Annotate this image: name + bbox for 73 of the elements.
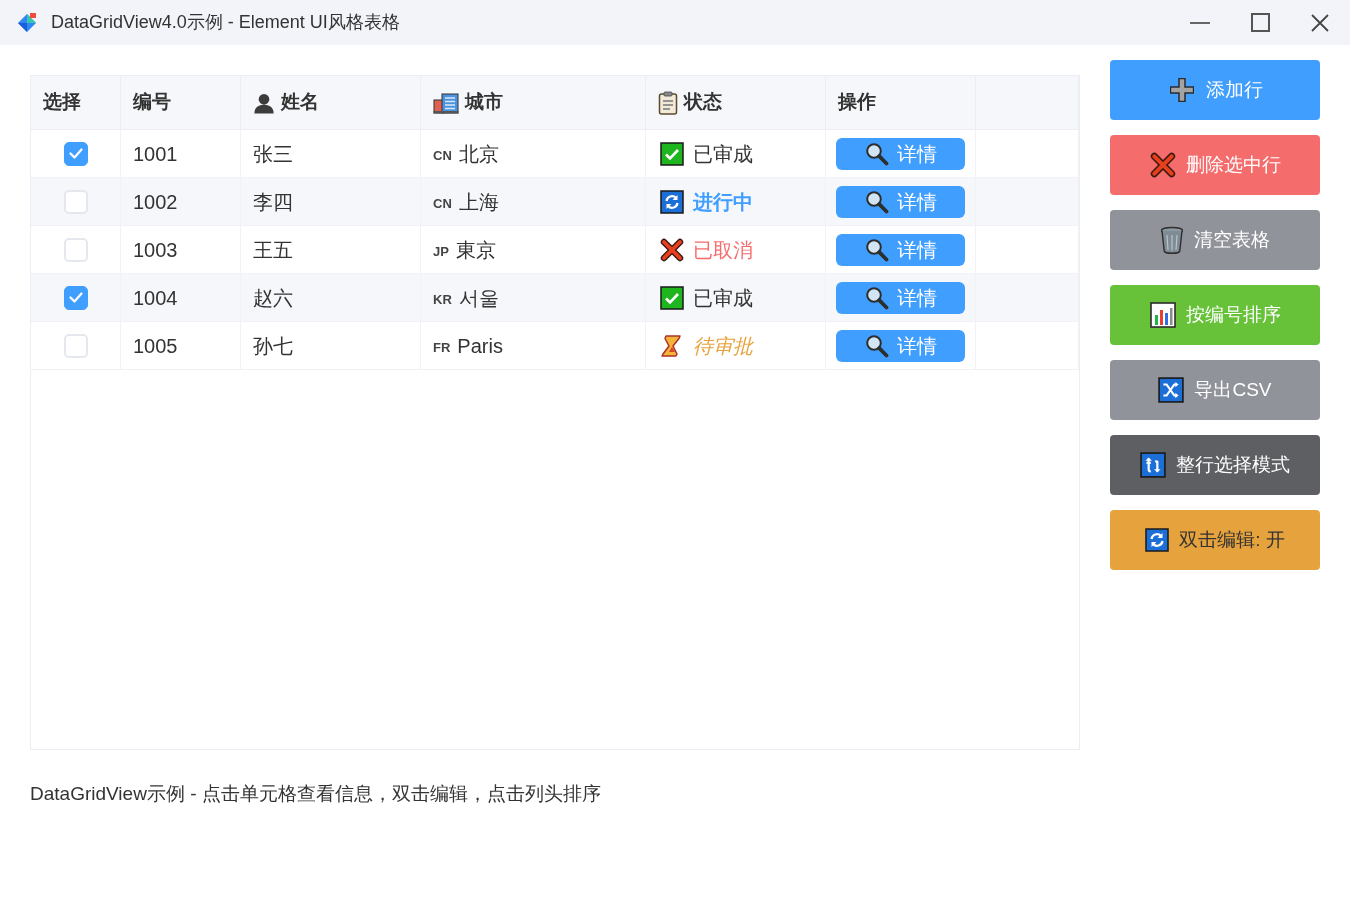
city-name: Paris [457, 333, 503, 359]
column-header[interactable]: 姓名 [281, 88, 319, 117]
column-header[interactable]: 选择 [43, 88, 81, 117]
column-header[interactable]: 编号 [133, 88, 171, 117]
close-icon [1311, 13, 1329, 32]
status-text: DataGridView示例 - 点击单元格查看信息，双击编辑，点击列头排序 [30, 783, 601, 804]
clipboard-icon [658, 90, 678, 115]
country-code: CN [433, 194, 452, 213]
cross-icon [1149, 152, 1176, 178]
up-down-arrows-icon [1140, 452, 1166, 478]
checked-box-icon [660, 285, 684, 310]
checkmark-icon [68, 292, 83, 303]
country-code: FR [433, 338, 451, 357]
cross-icon [660, 237, 684, 262]
status-label: 已取消 [693, 237, 753, 263]
column-header[interactable]: 城市 [465, 88, 503, 117]
country-code: JP [433, 242, 449, 261]
export-button[interactable]: 导出CSV [1110, 360, 1320, 420]
country-code: KR [433, 290, 452, 309]
person-name: 赵六 [253, 285, 293, 311]
country-code: CN [433, 146, 452, 165]
search-icon [864, 237, 889, 262]
person-name: 李四 [253, 189, 293, 215]
sort-button[interactable]: 按编号排序 [1110, 285, 1320, 345]
status-label: 已审成 [693, 285, 753, 311]
buildings-icon [433, 91, 459, 114]
search-icon [864, 333, 889, 358]
column-header[interactable]: 操作 [838, 88, 876, 117]
status-label: 待审批 [693, 333, 753, 359]
status-label: 已审成 [693, 141, 753, 167]
hourglass-icon [660, 333, 684, 358]
checkbox[interactable] [63, 141, 88, 166]
search-icon [864, 285, 889, 310]
refresh-icon [1145, 528, 1170, 552]
minimize-icon [1190, 21, 1210, 24]
city-name: 北京 [458, 141, 499, 167]
person-name: 王五 [253, 237, 293, 263]
person-name: 孙七 [253, 333, 293, 359]
id-number: 1003 [133, 237, 178, 263]
status-label: 进行中 [693, 189, 753, 215]
trash-can-icon [1160, 226, 1184, 254]
checked-box-icon [660, 141, 684, 166]
id-number: 1001 [133, 141, 178, 167]
edit-toggle-button[interactable]: 双击编辑: 开 [1110, 510, 1320, 570]
row-mode-button[interactable]: 整行选择模式 [1110, 435, 1320, 495]
clear-button[interactable]: 清空表格 [1110, 210, 1320, 270]
details-button[interactable]: 详情 [836, 185, 965, 218]
id-number: 1004 [133, 285, 178, 311]
maximize-icon [1250, 13, 1270, 32]
id-number: 1002 [133, 189, 178, 215]
delete-button[interactable]: 删除选中行 [1110, 135, 1320, 195]
city-name: 東京 [455, 237, 496, 263]
app-icon [16, 11, 38, 34]
id-number: 1005 [133, 333, 178, 359]
plus-icon [1167, 76, 1196, 104]
bar-chart-icon [1149, 302, 1176, 328]
city-name: 上海 [458, 189, 499, 215]
refresh-icon [660, 189, 684, 214]
person-name: 张三 [253, 141, 293, 167]
details-button[interactable]: 详情 [836, 329, 965, 362]
column-header[interactable]: 状态 [684, 88, 722, 117]
details-button[interactable]: 详情 [836, 281, 965, 314]
search-icon [864, 141, 889, 166]
checkbox[interactable] [63, 285, 88, 310]
details-button[interactable]: 详情 [836, 233, 965, 266]
city-name: 서울 [458, 285, 499, 311]
search-icon [864, 189, 889, 214]
shuffle-icon [1158, 377, 1185, 403]
person-silhouette-icon [253, 91, 275, 114]
window-title: DataGridView4.0示例 - Element UI风格表格 [51, 11, 400, 34]
checkmark-icon [68, 148, 83, 159]
add-button[interactable]: 添加行 [1110, 60, 1320, 120]
details-button[interactable]: 详情 [836, 137, 965, 170]
